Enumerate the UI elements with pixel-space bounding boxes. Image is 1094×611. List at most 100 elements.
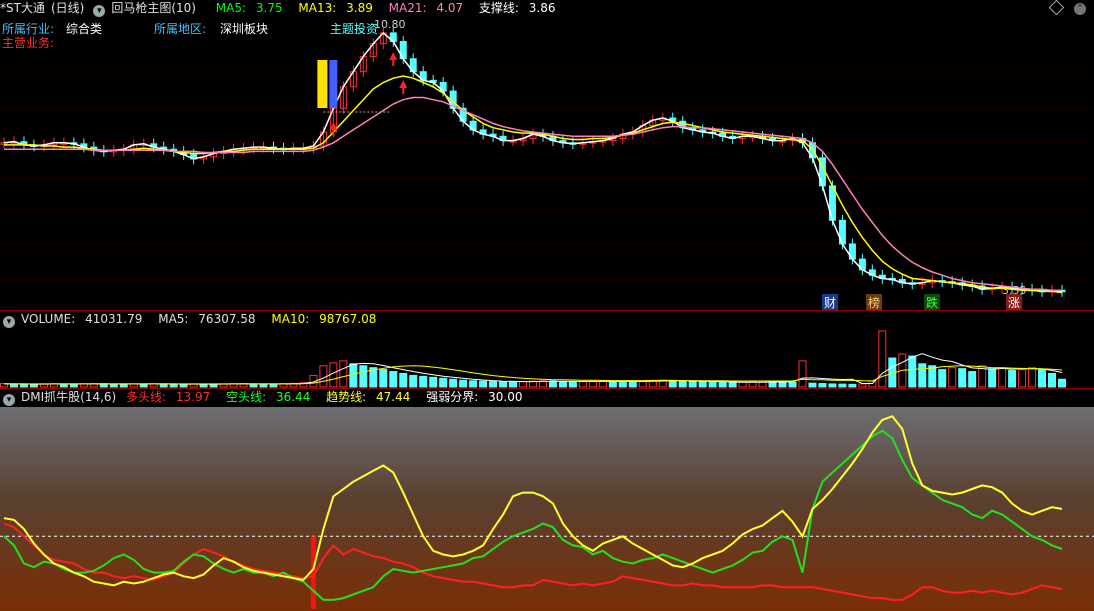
volume-bar-72 (718, 381, 727, 388)
volume-bar-73 (728, 382, 737, 388)
volume-bar-86 (858, 383, 867, 388)
volume-bar-58 (578, 381, 587, 388)
volume-bar-92 (918, 363, 927, 388)
volume-bar-99 (988, 368, 997, 388)
buy-arrow-head-2 (399, 80, 408, 88)
volume-bar-51 (509, 381, 518, 388)
divide-readout: 强弱分界: 30.00 (426, 390, 528, 404)
volume-bar-7 (69, 383, 78, 388)
volume-bar-71 (708, 381, 717, 388)
volume-bar-45 (449, 378, 458, 388)
volume-bar-68 (678, 380, 687, 388)
volume-bar-93 (928, 365, 937, 388)
volume-bar-100 (998, 367, 1007, 388)
volume-bar-40 (399, 372, 408, 388)
dmi-header: ▾ DMI抓牛股(14,6) 多头线: 13.97 空头线: 36.44 趋势线:… (0, 389, 534, 406)
volume-bar-82 (818, 383, 827, 388)
volume-bar-50 (499, 381, 508, 388)
volume-bar-94 (938, 369, 947, 388)
volume-bar-46 (459, 379, 468, 388)
volume-bar-38 (379, 369, 388, 388)
divide-label: 强弱分界: (426, 390, 479, 404)
volume-bar-62 (618, 381, 627, 388)
volume-bar-14 (139, 383, 148, 388)
volume-bar-57 (568, 381, 577, 388)
volume-bar-105 (1048, 372, 1057, 388)
volume-bar-87 (868, 380, 877, 388)
long-label: 多头线: (126, 390, 167, 404)
volume-bar-11 (109, 383, 118, 388)
volume-bar-70 (698, 381, 707, 388)
volume-bar-59 (588, 380, 597, 388)
buy-arrow-head-1 (389, 52, 398, 60)
volume-bar-3 (29, 383, 38, 388)
volume-bar-102 (1018, 369, 1027, 388)
dmi-dropdown-icon[interactable]: ▾ (3, 394, 15, 406)
dmi-chart[interactable] (0, 389, 1094, 611)
divide-value: 30.00 (488, 390, 523, 404)
signal-bar-blue (329, 60, 338, 108)
volume-bar-2 (19, 383, 28, 388)
volume-bar-48 (479, 380, 488, 388)
short-readout: 空头线: 36.44 (226, 390, 316, 404)
volume-bar-67 (668, 379, 677, 388)
volume-bar-106 (1058, 378, 1066, 388)
short-label: 空头线: (226, 390, 267, 404)
volume-chart[interactable] (0, 311, 1094, 389)
volume-bar-78 (778, 381, 787, 388)
volume-bar-17 (169, 383, 178, 388)
volume-bar-103 (1028, 367, 1037, 388)
volume-bar-27 (269, 383, 278, 388)
dmi-panel[interactable]: ▾ DMI抓牛股(14,6) 多头线: 13.97 空头线: 36.44 趋势线:… (0, 388, 1094, 611)
volume-bar-80 (798, 360, 807, 388)
volume-panel[interactable]: ▾ VOLUME: 41031.79 MA5: 76307.58 MA10: 98… (0, 310, 1094, 389)
volume-bar-104 (1038, 369, 1047, 388)
volume-bar-91 (908, 355, 917, 388)
volume-ma5-line (4, 353, 1063, 385)
volume-bar-21 (209, 383, 218, 388)
volume-bar-69 (688, 381, 697, 388)
volume-bar-18 (179, 383, 188, 388)
volume-bar-96 (958, 368, 967, 388)
volume-bar-88 (878, 330, 887, 388)
volume-bar-12 (119, 383, 128, 388)
volume-bar-26 (259, 383, 268, 388)
volume-bar-63 (628, 381, 637, 388)
volume-bar-41 (409, 374, 418, 388)
volume-bar-79 (788, 381, 797, 388)
volume-bar-61 (608, 380, 617, 388)
volume-bar-81 (808, 382, 817, 388)
volume-bar-44 (439, 377, 448, 388)
volume-bar-64 (638, 380, 647, 388)
volume-bar-84 (838, 383, 847, 388)
volume-bar-56 (558, 380, 567, 388)
volume-bar-35 (349, 363, 358, 388)
volume-bar-34 (339, 360, 348, 388)
volume-bar-39 (389, 371, 398, 388)
price-chart[interactable] (0, 0, 1094, 310)
volume-bar-97 (968, 371, 977, 388)
volume-bar-74 (738, 381, 747, 388)
trend-label: 趋势线: (326, 390, 367, 404)
long-readout: 多头线: 13.97 (126, 390, 216, 404)
volume-bar-85 (848, 383, 857, 388)
volume-bar-95 (948, 367, 957, 388)
volume-bar-52 (519, 381, 528, 388)
signal-bar-yellow (317, 60, 328, 108)
volume-bar-101 (1008, 370, 1017, 388)
series-line-ma21 (4, 96, 1062, 292)
volume-bar-43 (429, 376, 438, 388)
long-value: 13.97 (175, 390, 211, 404)
dmi-name[interactable]: DMI抓牛股(14,6) (21, 390, 116, 404)
volume-bar-47 (469, 380, 478, 388)
volume-bar-83 (828, 383, 837, 388)
main-chart-panel[interactable]: *ST大通 (日线) ▾ 回马枪主图(10) MA5: 3.75 MA13: 3.89… (0, 0, 1094, 311)
volume-bar-6 (59, 383, 68, 388)
volume-bar-36 (359, 365, 368, 388)
short-value: 36.44 (275, 390, 311, 404)
series-line-ma5 (3, 31, 1063, 293)
volume-bar-33 (329, 362, 338, 388)
trend-value: 47.44 (376, 390, 411, 404)
trend-readout: 趋势线: 47.44 (326, 390, 416, 404)
volume-bar-49 (489, 381, 498, 388)
